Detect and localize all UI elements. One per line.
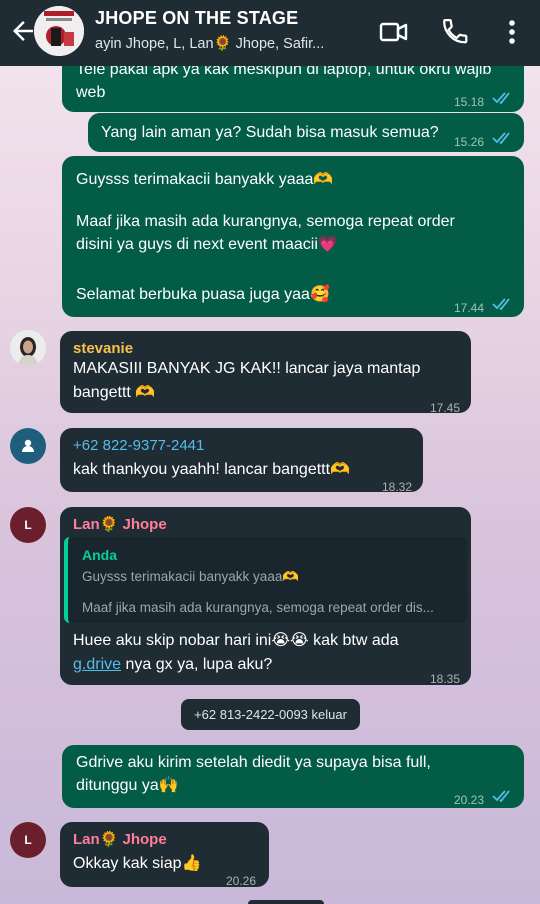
- message-bubble[interactable]: Lan🌻 Jhope Okkay kak siap👍 20.26: [60, 822, 269, 888]
- quote-text: Maaf jika masih ada kurangnya, semoga re…: [82, 600, 434, 615]
- message-text: web: [76, 84, 106, 101]
- avatar-letter: L: [24, 518, 32, 532]
- message-bubble[interactable]: stevanie MAKASIII BANYAK JG KAK!! lancar…: [60, 331, 471, 415]
- system-notice-text: +62 813-2422-0093 keluar: [194, 707, 347, 722]
- system-notice: +62 813-2422-0093 keluar: [181, 699, 360, 730]
- message-bubble[interactable]: Gdrive aku kirim setelah diedit ya supay…: [62, 745, 524, 808]
- message-time: 17.45: [430, 401, 461, 415]
- message-text: ditunggu ya🙌: [76, 777, 179, 794]
- read-receipt-icon: [492, 790, 510, 802]
- quote-text: Guysss terimakacii banyakk yaaa🫶: [82, 569, 300, 584]
- message-bubble[interactable]: +62 822-9377-2441 kak thankyou yaahh! la…: [60, 428, 423, 494]
- message-time: 20.26: [226, 874, 257, 888]
- message-text: Selamat berbuka puasa juga yaa🥰: [76, 286, 330, 303]
- sender-avatar[interactable]: L: [10, 507, 46, 543]
- sender-name[interactable]: Lan🌻 Jhope: [73, 513, 167, 536]
- chat-participants[interactable]: ayin Jhope, L, Lan🌻 Jhope, Safir...: [95, 35, 324, 52]
- message-text: bangettt 🫶: [73, 384, 156, 401]
- sender-name[interactable]: +62 822-9377-2441: [73, 434, 204, 457]
- read-receipt-icon: [492, 298, 510, 310]
- message-time: 18.32: [382, 480, 413, 494]
- sender-avatar[interactable]: [10, 428, 46, 464]
- message-time: 15.18: [454, 95, 485, 109]
- chat-title[interactable]: JHOPE ON THE STAGE: [95, 8, 298, 29]
- group-avatar-image: [34, 6, 84, 56]
- chat-header: JHOPE ON THE STAGE ayin Jhope, L, Lan🌻 J…: [0, 0, 540, 66]
- message-text: Okkay kak siap👍: [73, 855, 202, 872]
- drive-link[interactable]: g.drive: [73, 656, 121, 673]
- message-text: MAKASIII BANYAK JG KAK!! lancar jaya man…: [73, 360, 421, 377]
- phone-icon[interactable]: [438, 14, 474, 50]
- message-time: 18.35: [430, 672, 461, 686]
- message-bubble[interactable]: Yang lain aman ya? Sudah bisa masuk semu…: [88, 113, 524, 152]
- sender-name[interactable]: Lan🌻 Jhope: [73, 828, 167, 851]
- message-text: Maaf jika masih ada kurangnya, semoga re…: [76, 213, 455, 230]
- message-text: Gdrive aku kirim setelah diedit ya supay…: [76, 754, 431, 771]
- message-bubble[interactable]: Guysss terimakacii banyakk yaaa🫶 Maaf ji…: [62, 156, 524, 317]
- message-bubble[interactable]: Lan🌻 Jhope Anda Guysss terimakacii banya…: [60, 507, 471, 686]
- quote-author: Anda: [82, 547, 117, 563]
- message-time: 17.44: [454, 301, 485, 315]
- more-vert-icon[interactable]: [494, 14, 530, 50]
- message-text-rest: nya gx ya, lupa aku?: [121, 656, 273, 673]
- video-call-icon[interactable]: [376, 14, 412, 50]
- avatar-letter: L: [24, 833, 32, 847]
- read-receipt-icon: [492, 132, 510, 144]
- message-text: Huee aku skip nobar hari ini😭😭 kak btw a…: [73, 632, 399, 649]
- group-avatar[interactable]: [34, 6, 84, 56]
- message-time: 15.26: [454, 135, 485, 149]
- quoted-message[interactable]: Anda Guysss terimakacii banyakk yaaa🫶 Ma…: [64, 537, 467, 623]
- read-receipt-icon: [492, 92, 510, 104]
- message-time: 20.23: [454, 793, 485, 807]
- message-text: g.drive nya gx ya, lupa aku?: [73, 653, 272, 676]
- profile-photo-icon: [10, 330, 46, 366]
- next-message-edge: [248, 900, 324, 904]
- default-user-icon: [22, 439, 34, 452]
- sender-avatar[interactable]: L: [10, 822, 46, 858]
- sender-avatar[interactable]: [10, 330, 46, 366]
- message-text: Yang lain aman ya? Sudah bisa masuk semu…: [101, 124, 439, 141]
- message-text: kak thankyou yaahh! lancar bangettt🫶: [73, 461, 350, 478]
- message-text: Guysss terimakacii banyakk yaaa🫶: [76, 171, 334, 188]
- message-text: disini ya guys di next event maacii💗: [76, 236, 338, 253]
